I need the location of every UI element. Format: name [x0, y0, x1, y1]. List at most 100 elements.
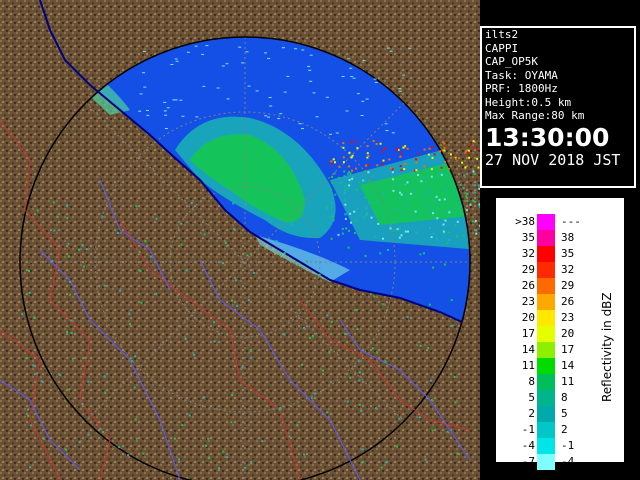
echo-speckle	[70, 332, 73, 335]
echo-speckle	[442, 204, 445, 206]
echo-speckle	[360, 115, 364, 116]
echo-speckle	[412, 173, 415, 175]
echo-speckle	[367, 171, 370, 174]
legend-color-swatch	[537, 326, 555, 342]
echo-speckle	[230, 421, 233, 424]
echo-speckle	[446, 430, 449, 433]
prf-value: PRF: 1800Hz	[485, 82, 558, 95]
echo-speckle	[464, 166, 467, 169]
legend-high-value: 11	[561, 375, 575, 388]
echo-speckle	[380, 195, 383, 198]
echo-speckle	[303, 453, 306, 456]
legend-row: 35 38	[506, 230, 606, 246]
echo-speckle	[461, 161, 464, 164]
echo-speckle	[433, 153, 436, 156]
echo-speckle	[429, 189, 432, 192]
echo-speckle	[465, 150, 467, 153]
echo-speckle	[450, 299, 453, 302]
echo-speckle	[438, 172, 441, 174]
echo-speckle	[353, 232, 356, 234]
echo-speckle	[103, 284, 106, 287]
echo-speckle	[459, 184, 462, 187]
echo-speckle	[322, 369, 325, 372]
echo-speckle	[453, 375, 456, 378]
echo-speckle	[428, 303, 431, 306]
echo-speckle	[349, 376, 352, 379]
echo-speckle	[472, 199, 475, 202]
legend-low-value: 32	[521, 247, 535, 260]
echo-speckle	[371, 175, 374, 178]
echo-speckle	[440, 173, 443, 176]
echo-speckle	[140, 301, 143, 304]
echo-speckle	[246, 254, 249, 257]
echo-speckle	[398, 236, 401, 239]
echo-speckle	[350, 141, 353, 144]
echo-speckle	[376, 201, 379, 204]
echo-speckle	[397, 183, 400, 186]
echo-speckle	[374, 81, 378, 83]
echo-speckle	[362, 59, 366, 61]
echo-speckle	[51, 259, 54, 262]
echo-speckle	[307, 65, 311, 67]
echo-speckle	[367, 154, 370, 157]
echo-speckle	[333, 172, 336, 175]
echo-speckle	[444, 160, 447, 163]
echo-speckle	[27, 414, 30, 417]
legend-color-swatch	[537, 422, 555, 438]
echo-speckle	[347, 58, 351, 60]
echo-speckle	[478, 205, 480, 208]
echo-speckle	[252, 271, 255, 274]
echo-speckle	[468, 156, 471, 159]
echo-speckle	[382, 303, 385, 306]
echo-speckle	[226, 456, 229, 459]
legend-color-swatch	[537, 438, 555, 454]
legend-high-value: ---	[561, 215, 581, 228]
echo-speckle	[303, 327, 305, 329]
legend-color-swatch	[537, 294, 555, 310]
echo-speckle	[429, 210, 432, 213]
echo-speckle	[179, 99, 183, 101]
echo-speckle	[134, 355, 137, 358]
site-name: ilts2	[485, 28, 519, 41]
echo-speckle	[150, 255, 152, 258]
echo-speckle	[184, 337, 187, 340]
echo-speckle	[365, 98, 369, 100]
echo-speckle	[212, 321, 215, 324]
echo-speckle	[87, 433, 90, 436]
radar-map-canvas	[0, 0, 480, 480]
echo-speckle	[469, 143, 472, 146]
echo-speckle	[473, 172, 476, 175]
radar-map[interactable]	[0, 0, 480, 480]
legend-high-value: 29	[561, 279, 575, 292]
echo-speckle	[472, 170, 475, 173]
echo-speckle	[365, 164, 368, 167]
echo-speckle	[447, 209, 449, 212]
echo-speckle	[396, 445, 399, 448]
echo-speckle	[139, 270, 142, 272]
echo-speckle	[241, 366, 244, 369]
echo-speckle	[415, 169, 418, 172]
legend-low-value: 29	[521, 263, 535, 276]
echo-speckle	[415, 231, 418, 234]
echo-speckle	[355, 140, 358, 143]
echo-speckle	[469, 203, 472, 206]
echo-speckle	[310, 397, 313, 400]
echo-speckle	[341, 76, 345, 77]
echo-speckle	[335, 132, 339, 134]
echo-speckle	[443, 198, 446, 201]
echo-speckle	[296, 424, 299, 427]
legend-row: >38 ---	[506, 214, 606, 230]
legend-color-swatch	[537, 390, 555, 406]
echo-speckle	[334, 161, 336, 164]
echo-speckle	[398, 90, 402, 92]
echo-speckle	[398, 88, 402, 90]
echo-speckle	[181, 115, 185, 117]
echo-speckle	[281, 47, 285, 49]
echo-speckle	[286, 75, 290, 77]
echo-speckle	[365, 207, 368, 210]
legend-color-swatch	[537, 342, 555, 358]
echo-speckle	[163, 101, 167, 103]
echo-speckle	[431, 429, 434, 432]
echo-speckle	[407, 230, 409, 233]
echo-speckle	[348, 171, 350, 174]
